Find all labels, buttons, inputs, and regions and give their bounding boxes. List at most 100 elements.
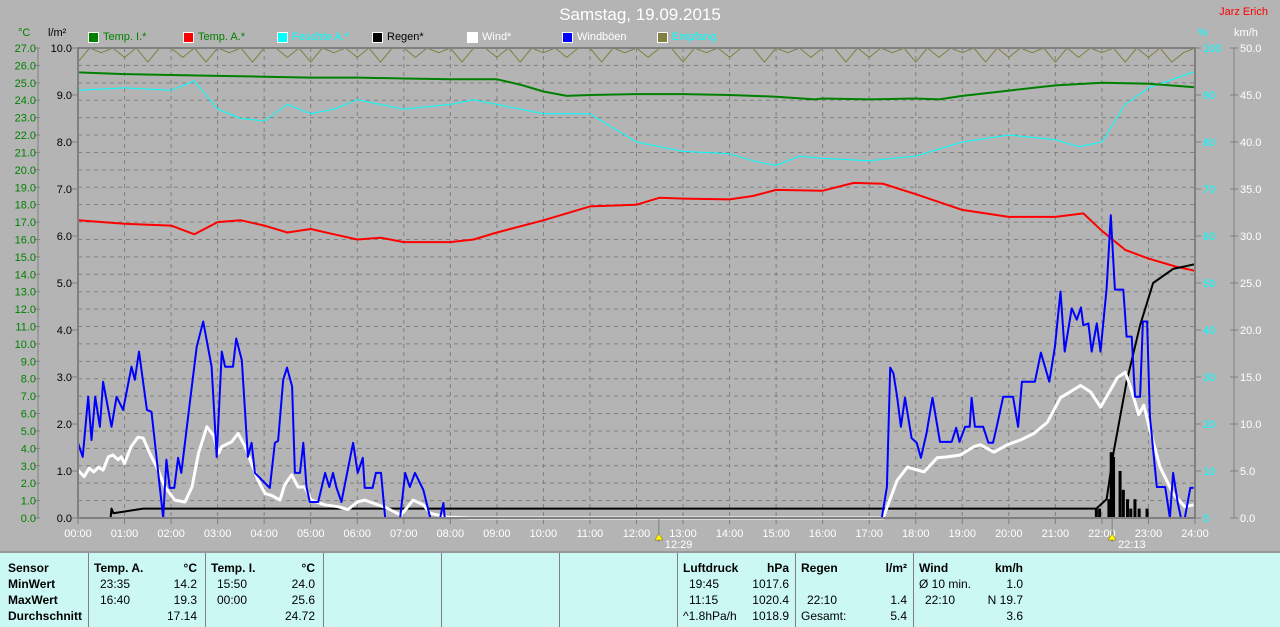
tick-label-time: 24:00 <box>1181 528 1209 540</box>
tick-label-wind: 0.0 <box>1240 513 1255 525</box>
legend-item: Regen* <box>372 31 424 43</box>
tick-label-temp: 18.0 <box>15 200 36 212</box>
temp-a-min-time: 23:35 <box>100 577 131 591</box>
legend-item: Feuchte A.* <box>277 31 349 43</box>
tick-label-temp: 4.0 <box>21 443 36 455</box>
tick-label-humidity: 70 <box>1203 184 1215 196</box>
pressure-avg: 1018.9 <box>752 609 789 623</box>
sensor-label: Sensor <box>8 561 49 575</box>
rain-bar <box>1133 499 1137 518</box>
pressure-min-time: 19:45 <box>689 577 720 591</box>
legend-swatch <box>183 31 194 43</box>
tick-label-wind: 10.0 <box>1240 419 1261 431</box>
legend-label: Windböen <box>577 31 627 43</box>
tick-label-wind: 30.0 <box>1240 231 1261 243</box>
legend-label: Temp. I.* <box>103 31 147 43</box>
tick-label-temp: 2.0 <box>21 478 36 490</box>
legend-swatch <box>657 31 668 43</box>
row-label-min: MinWert <box>8 577 56 591</box>
weather-chart: 0.0 1.0 2.0 3.0 4.0 5.0 6.0 7.0 8.0 9.0 10.0 11.0 12… <box>15 43 1262 551</box>
tick-label-temp: 14.0 <box>15 269 36 281</box>
tick-label-rain: 6.0 <box>57 231 72 243</box>
row-label-avg: Durchschnitt <box>8 609 83 623</box>
legend-swatch <box>88 31 99 43</box>
tick-label-time: 21:00 <box>1042 528 1070 540</box>
tick-label-temp: 17.0 <box>15 217 36 229</box>
tick-label-rain: 8.0 <box>57 137 72 149</box>
tick-label-temp: 25.0 <box>15 78 36 90</box>
tick-label-temp: 1.0 <box>21 496 36 508</box>
wind-title: Wind <box>919 561 949 575</box>
tick-label-rain: 1.0 <box>57 466 72 478</box>
lightning-icon <box>654 533 664 541</box>
pressure-title: Luftdruck <box>683 561 739 575</box>
stats-col-temp-i: Temp. I. °C 15:50 24.0 00:00 25.6 24.72 <box>205 553 324 627</box>
tick-label-wind: 50.0 <box>1240 43 1261 55</box>
tick-label-time: 17:00 <box>855 528 883 540</box>
pressure-max: 1020.4 <box>752 593 789 607</box>
tick-label-humidity: 90 <box>1203 90 1215 102</box>
rain-total: 5.4 <box>890 609 907 623</box>
tick-label-time: 08:00 <box>437 528 465 540</box>
legend-swatch <box>562 31 573 43</box>
stats-panel: Sensor MinWert MaxWert Durchschnitt Temp… <box>0 551 1280 627</box>
pressure-trend: ^1.8hPa/h <box>683 609 737 623</box>
tick-label-time: 18:00 <box>902 528 930 540</box>
tick-label-time: 03:00 <box>204 528 232 540</box>
legend-item: Windböen <box>562 31 627 43</box>
temp-i-avg: 24.72 <box>284 609 315 623</box>
tick-label-humidity: 40 <box>1203 325 1215 337</box>
tick-label-humidity: 10 <box>1203 466 1215 478</box>
temp-a-min: 14.2 <box>173 577 197 591</box>
temp-i-title: Temp. I. <box>211 561 256 575</box>
stats-col-empty-1 <box>323 553 442 627</box>
unit-wind: km/h <box>1234 27 1258 39</box>
tick-label-rain: 3.0 <box>57 372 72 384</box>
tick-label-temp: 16.0 <box>15 234 36 246</box>
rain-bar <box>1145 508 1149 518</box>
stats-col-temp-a: Temp. A. °C 23:35 14.2 16:40 19.3 17.14 <box>88 553 206 627</box>
legend-item: Temp. A.* <box>183 31 245 43</box>
tick-label-temp: 23.0 <box>15 113 36 125</box>
legend-swatch <box>277 31 288 43</box>
tick-label-humidity: 50 <box>1203 278 1215 290</box>
legend-label: Wind* <box>482 31 512 43</box>
tick-label-wind: 5.0 <box>1240 466 1255 478</box>
legend-label: Regen* <box>387 31 424 43</box>
tick-label-humidity: 30 <box>1203 372 1215 384</box>
tick-label-temp: 9.0 <box>21 356 36 368</box>
tick-label-temp: 5.0 <box>21 426 36 438</box>
tick-label-rain: 9.0 <box>57 90 72 102</box>
tick-label-humidity: 0 <box>1203 513 1209 525</box>
tick-label-temp: 3.0 <box>21 461 36 473</box>
marker-time-label: 12:29 <box>665 539 693 551</box>
tick-label-time: 12:00 <box>623 528 651 540</box>
tick-label-temp: 27.0 <box>15 43 36 55</box>
rain-bar <box>1118 471 1122 518</box>
tick-label-time: 01:00 <box>111 528 139 540</box>
rain-bar <box>1094 508 1098 518</box>
tick-label-rain: 2.0 <box>57 419 72 431</box>
legend-swatch <box>467 31 478 43</box>
tick-label-time: 00:00 <box>64 528 92 540</box>
tick-label-time: 02:00 <box>157 528 185 540</box>
tick-label-rain: 10.0 <box>51 43 72 55</box>
tick-label-temp: 24.0 <box>15 95 36 107</box>
rain-bar <box>1137 508 1141 518</box>
stats-col-pressure: Luftdruck hPa 19:45 1017.6 11:15 1020.4 … <box>677 553 796 627</box>
tick-label-rain: 4.0 <box>57 325 72 337</box>
unit-rain: l/m² <box>48 27 67 39</box>
temp-a-avg: 17.14 <box>166 609 197 623</box>
temp-i-max-time: 00:00 <box>217 593 248 607</box>
tick-label-temp: 22.0 <box>15 130 36 142</box>
tick-label-time: 07:00 <box>390 528 418 540</box>
wind-unit: km/h <box>994 561 1023 575</box>
temp-i-min-time: 15:50 <box>217 577 248 591</box>
tick-label-time: 11:00 <box>577 528 604 540</box>
unit-celsius: °C <box>18 27 31 39</box>
tick-label-time: 10:00 <box>530 528 558 540</box>
tick-label-temp: 8.0 <box>21 374 36 386</box>
tick-label-wind: 35.0 <box>1240 184 1261 196</box>
wind-avg10: 1.0 <box>1006 577 1023 591</box>
tick-label-temp: 20.0 <box>15 165 36 177</box>
